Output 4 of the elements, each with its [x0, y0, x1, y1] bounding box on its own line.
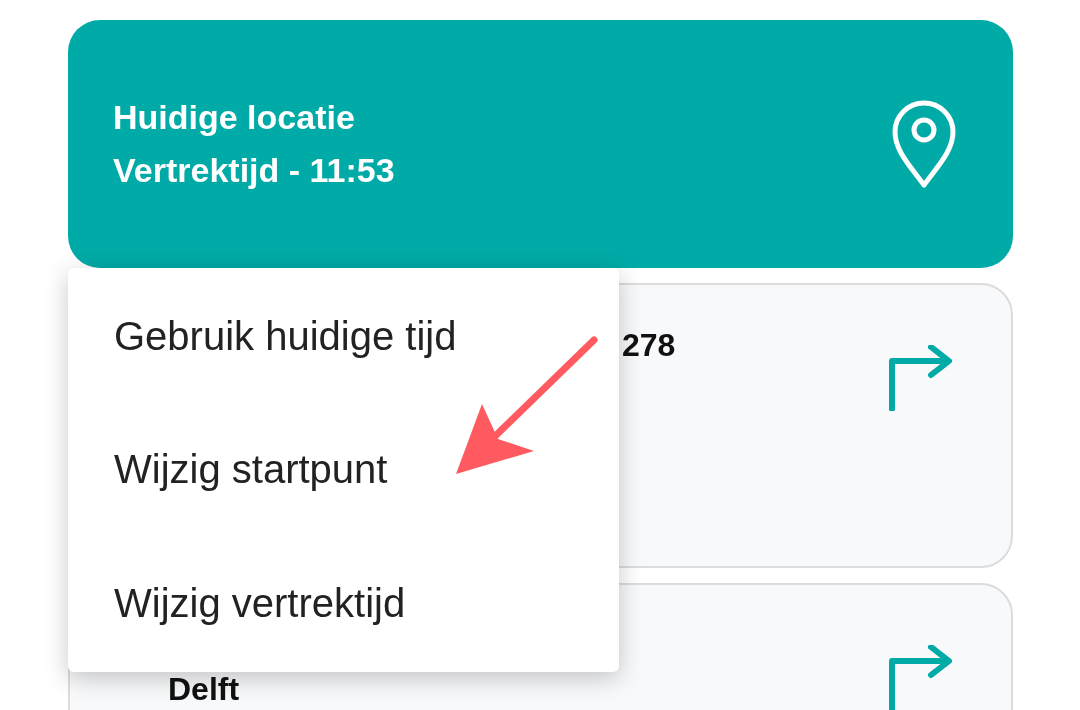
location-title: Huidige locatie: [113, 98, 356, 137]
departure-time: Vertrektijd - 11:53: [113, 151, 395, 190]
route-text: Delft: [168, 671, 240, 708]
route-text: 278: [622, 327, 676, 364]
